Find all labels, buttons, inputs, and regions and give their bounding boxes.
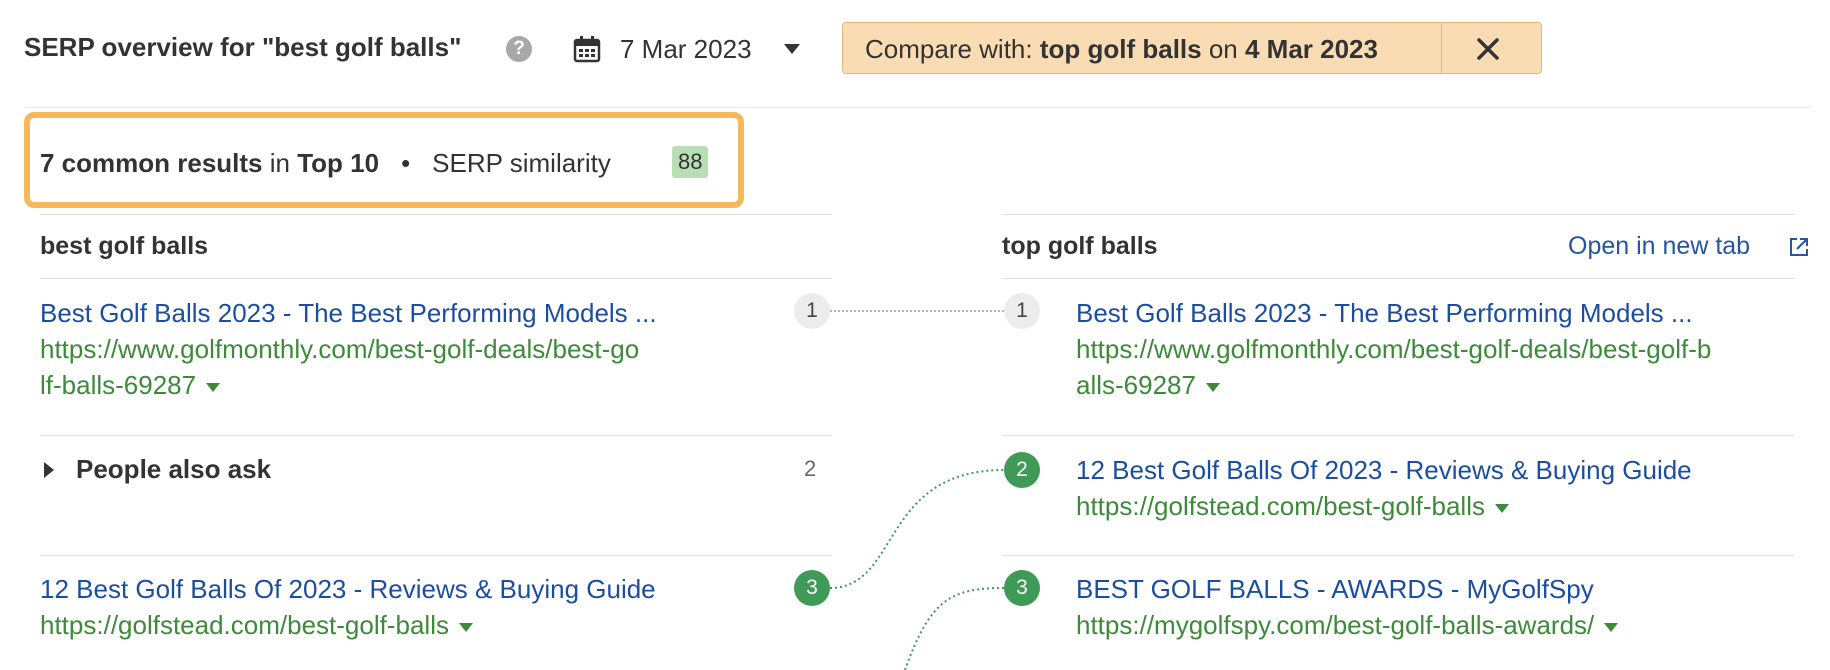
rank-badge: 3 bbox=[1004, 570, 1040, 606]
summary-text: 7 common results in Top 10 • SERP similari… bbox=[40, 148, 611, 179]
right-column-top-divider bbox=[1002, 214, 1794, 215]
result-title-link[interactable]: Best Golf Balls 2023 - The Best Performi… bbox=[40, 298, 657, 329]
summary-in: in bbox=[262, 148, 298, 178]
chevron-down-icon[interactable] bbox=[1205, 382, 1220, 392]
result-url-line: https://golfstead.com/best-golf-balls bbox=[40, 610, 449, 640]
left-column-heading: best golf balls bbox=[40, 232, 209, 260]
result-url[interactable]: https://golfstead.com/best-golf-balls bbox=[1076, 488, 1509, 524]
row-divider bbox=[40, 555, 832, 556]
result-url-line: https://mygolfspy.com/best-golf-balls-aw… bbox=[1076, 610, 1595, 640]
compare-prefix: Compare with: bbox=[865, 34, 1040, 64]
result-url-line: https://golfstead.com/best-golf-balls bbox=[1076, 491, 1485, 521]
rank-badge: 1 bbox=[794, 293, 830, 329]
similarity-label: SERP similarity bbox=[432, 148, 611, 178]
left-column-top-divider bbox=[40, 214, 832, 215]
people-also-ask-toggle[interactable]: People also ask bbox=[76, 454, 271, 485]
similarity-badge: 88 bbox=[672, 146, 709, 178]
compare-divider bbox=[1441, 23, 1442, 73]
compare-date: 4 Mar 2023 bbox=[1244, 34, 1378, 64]
result-title-link[interactable]: 12 Best Golf Balls Of 2023 - Reviews & B… bbox=[40, 574, 656, 605]
rank-badge: 1 bbox=[1004, 293, 1040, 329]
result-url-line: https://www.golfmonthly.com/best-golf-de… bbox=[40, 334, 640, 364]
compare-banner: Compare with: top golf balls on 4 Mar 20… bbox=[842, 22, 1542, 74]
caret-right-icon[interactable] bbox=[44, 462, 54, 478]
result-url[interactable]: https://golfstead.com/best-golf-balls bbox=[40, 607, 473, 643]
rank-badge: 3 bbox=[794, 570, 830, 606]
result-url[interactable]: https://www.golfmonthly.com/best-golf-de… bbox=[1076, 331, 1711, 403]
result-title-link[interactable]: Best Golf Balls 2023 - The Best Performi… bbox=[1076, 298, 1693, 329]
result-url[interactable]: https://mygolfspy.com/best-golf-balls-aw… bbox=[1076, 607, 1619, 643]
compare-keyword: top golf balls bbox=[1039, 34, 1202, 64]
date-selector[interactable]: 7 Mar 2023 bbox=[620, 34, 752, 65]
help-icon[interactable]: ? bbox=[506, 36, 532, 62]
summary-dot: • bbox=[401, 148, 411, 178]
right-column-heading: top golf balls bbox=[1002, 232, 1158, 260]
close-icon[interactable] bbox=[1471, 32, 1505, 66]
compare-text[interactable]: Compare with: top golf balls on 4 Mar 20… bbox=[865, 34, 1378, 65]
connector-line bbox=[904, 587, 1005, 670]
external-link-icon[interactable] bbox=[1788, 236, 1810, 258]
people-also-ask-rank: 2 bbox=[804, 456, 817, 481]
row-divider bbox=[1002, 555, 1794, 556]
summary-top: Top 10 bbox=[297, 148, 380, 178]
chevron-down-icon[interactable] bbox=[458, 622, 473, 632]
chevron-down-icon[interactable] bbox=[1604, 622, 1619, 632]
right-column-head-divider bbox=[1002, 278, 1794, 279]
chevron-down-icon[interactable] bbox=[206, 382, 221, 392]
chevron-down-icon[interactable] bbox=[784, 44, 800, 54]
common-results-count: 7 common results bbox=[40, 148, 263, 178]
row-divider bbox=[1002, 435, 1794, 436]
result-url[interactable]: https://www.golfmonthly.com/best-golf-de… bbox=[40, 331, 639, 403]
result-url-line: https://www.golfmonthly.com/best-golf-de… bbox=[1076, 334, 1712, 364]
page-title: SERP overview for "best golf balls" bbox=[24, 32, 462, 62]
similarity-summary: 7 common results in Top 10 • SERP similari… bbox=[24, 112, 744, 208]
serp-header: SERP overview for "best golf balls" ? 7 … bbox=[24, 18, 1824, 78]
result-title-link[interactable]: BEST GOLF BALLS - AWARDS - MyGolfSpy bbox=[1076, 574, 1594, 605]
header-divider bbox=[24, 107, 1810, 108]
chevron-down-icon[interactable] bbox=[1494, 503, 1509, 513]
left-column-head-divider bbox=[40, 278, 832, 279]
result-url-line: lf-balls-69287 bbox=[40, 370, 197, 400]
result-url-line: alls-69287 bbox=[1076, 370, 1196, 400]
rank-badge: 2 bbox=[1004, 452, 1040, 488]
row-divider bbox=[40, 435, 832, 436]
compare-on: on bbox=[1201, 34, 1245, 64]
open-in-new-tab-link[interactable]: Open in new tab bbox=[1568, 232, 1750, 261]
result-title-link[interactable]: 12 Best Golf Balls Of 2023 - Reviews & B… bbox=[1076, 455, 1692, 486]
calendar-icon[interactable] bbox=[572, 34, 602, 64]
connector-line bbox=[829, 469, 1005, 589]
